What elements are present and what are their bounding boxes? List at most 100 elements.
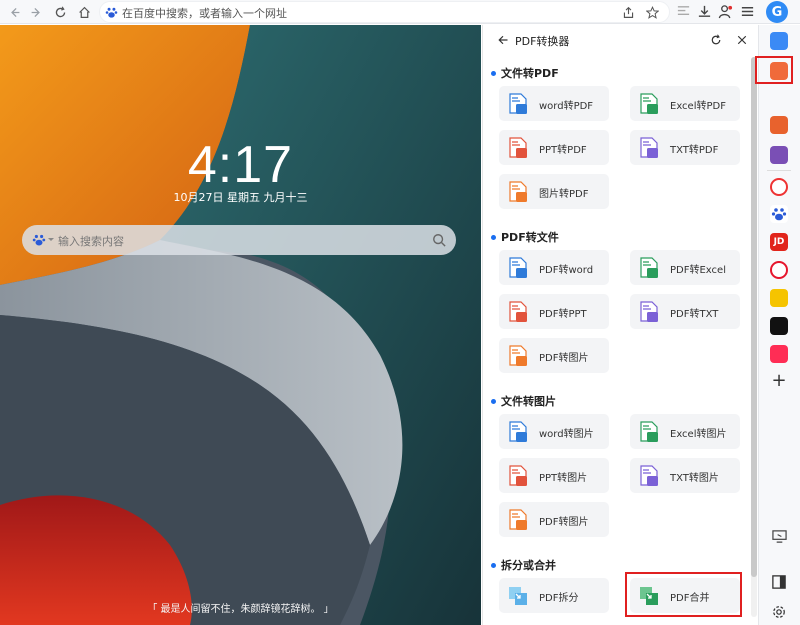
reload-button[interactable] xyxy=(52,4,68,20)
plus-icon: + xyxy=(771,369,787,391)
clock-time: 4:17 xyxy=(187,136,294,194)
toolbox-icon[interactable] xyxy=(770,116,788,134)
video-app-icon[interactable] xyxy=(770,345,788,363)
image-file-icon xyxy=(509,345,527,366)
section-bullet xyxy=(491,71,496,76)
arrow-right-icon xyxy=(31,7,40,17)
tiktok-icon[interactable] xyxy=(770,317,788,335)
tool-button-3-0[interactable]: PDF拆分 xyxy=(499,578,609,613)
tool-button-0-2[interactable]: PPT转PDF xyxy=(499,130,609,165)
sidebar-divider xyxy=(767,170,791,171)
home-button[interactable] xyxy=(76,4,92,20)
add-shortcut-button[interactable]: + xyxy=(770,369,788,391)
tool-button-1-4[interactable]: PDF转图片 xyxy=(499,338,609,373)
baidu-paw-icon xyxy=(771,208,787,221)
tool-button-1-2[interactable]: PDF转PPT xyxy=(499,294,609,329)
baidu-paw-icon xyxy=(105,7,118,18)
tool-label: PDF转图片 xyxy=(539,353,589,364)
baidu-paw-icon[interactable] xyxy=(32,233,46,247)
sidebar-highlight xyxy=(755,56,793,84)
360-browser-icon[interactable] xyxy=(770,178,788,196)
download-icon[interactable] xyxy=(697,4,712,19)
sidebar-toggle-icon xyxy=(772,575,786,589)
monitor-icon xyxy=(771,529,787,543)
image-file-icon xyxy=(509,181,527,202)
user-icon[interactable] xyxy=(718,4,733,19)
word-file-icon xyxy=(509,93,527,114)
tool-label: word转PDF xyxy=(539,101,594,112)
excel-file-icon xyxy=(640,93,658,114)
section-title: 拆分或合并 xyxy=(501,559,556,572)
search-icon[interactable] xyxy=(432,233,446,247)
panel-title: PDF转换器 xyxy=(515,35,570,48)
excel-file-icon xyxy=(640,421,658,442)
split-view-icon[interactable] xyxy=(770,573,788,591)
tool-label: TXT转PDF xyxy=(670,145,719,156)
back-arrow-icon[interactable] xyxy=(497,34,509,46)
tool-label: PDF转Excel xyxy=(670,265,726,276)
gear-icon xyxy=(773,606,785,618)
word-file-icon xyxy=(509,421,527,442)
tool-button-0-3[interactable]: TXT转PDF xyxy=(630,130,740,165)
section-bullet xyxy=(491,563,496,568)
back-button[interactable] xyxy=(6,4,22,20)
jd-icon[interactable]: JD xyxy=(770,233,788,251)
tool-button-1-3[interactable]: PDF转TXT xyxy=(630,294,740,329)
star-icon[interactable] xyxy=(646,6,659,19)
txt-file-icon xyxy=(640,137,658,158)
ppt-file-icon xyxy=(509,137,527,158)
jd-label: JD xyxy=(773,237,785,247)
tool-label: PPT转PDF xyxy=(539,145,587,156)
ppt-file-icon xyxy=(509,465,527,486)
tool-label: 图片转PDF xyxy=(539,189,589,200)
browser-toolbar: 在百度中搜索，或者输入一个网址 G xyxy=(0,0,800,24)
tag-icon[interactable] xyxy=(770,32,788,50)
assistant-icon[interactable] xyxy=(770,146,788,164)
split-file-icon xyxy=(509,587,527,605)
meituan-icon[interactable] xyxy=(770,289,788,307)
tool-button-2-2[interactable]: PPT转图片 xyxy=(499,458,609,493)
chevron-down-icon[interactable] xyxy=(48,237,54,243)
tool-button-1-0[interactable]: PDF转word xyxy=(499,250,609,285)
panel-header: PDF转换器 xyxy=(483,25,758,55)
home-icon xyxy=(78,6,90,18)
panel-scrollbar[interactable] xyxy=(751,57,757,617)
reload-icon xyxy=(55,5,65,17)
refresh-icon[interactable] xyxy=(710,34,722,46)
wallpaper-quote: 「 最是人间留不住，朱颜辞镜花辞树。 」 xyxy=(147,604,334,615)
tool-label: PDF转TXT xyxy=(670,309,719,320)
tool-button-2-0[interactable]: word转图片 xyxy=(499,414,609,449)
forward-button[interactable] xyxy=(28,4,44,20)
weibo-icon[interactable] xyxy=(770,261,788,279)
tool-button-0-1[interactable]: Excel转PDF xyxy=(630,86,740,121)
tool-label: Excel转图片 xyxy=(670,429,727,440)
txt-file-icon xyxy=(640,465,658,486)
clock-date: 10月27日 星期五 九月十三 xyxy=(173,191,308,204)
excel-file-icon xyxy=(640,257,658,278)
word-file-icon xyxy=(509,257,527,278)
wallpaper-art xyxy=(0,25,481,625)
screen-cast-icon[interactable] xyxy=(770,527,788,545)
tool-button-2-3[interactable]: TXT转图片 xyxy=(630,458,740,493)
address-bar[interactable]: 在百度中搜索，或者输入一个网址 xyxy=(99,1,670,23)
tool-button-2-4[interactable]: PDF转图片 xyxy=(499,502,609,537)
tool-button-0-0[interactable]: word转PDF xyxy=(499,86,609,121)
tool-label: PPT转图片 xyxy=(539,473,588,484)
baidu-icon[interactable] xyxy=(770,205,788,223)
tool-label: PDF拆分 xyxy=(539,593,579,604)
menu-icon[interactable] xyxy=(740,4,755,19)
settings-button[interactable] xyxy=(770,603,788,621)
section-title: 文件转PDF xyxy=(501,67,559,80)
browser-logo-icon[interactable]: G xyxy=(766,1,788,23)
new-tab-search-input[interactable]: 输入搜索内容 xyxy=(22,225,456,255)
tool-button-1-1[interactable]: PDF转Excel xyxy=(630,250,740,285)
arrow-left-icon xyxy=(10,7,19,17)
share-icon[interactable] xyxy=(622,6,635,19)
tool-label: PDF转图片 xyxy=(539,517,589,528)
close-icon[interactable] xyxy=(736,34,748,46)
tool-button-2-1[interactable]: Excel转图片 xyxy=(630,414,740,449)
tool-label: PDF转word xyxy=(539,265,594,276)
tool-button-0-4[interactable]: 图片转PDF xyxy=(499,174,609,209)
scrollbar-thumb[interactable] xyxy=(751,57,757,577)
reading-list-icon[interactable] xyxy=(676,4,691,19)
